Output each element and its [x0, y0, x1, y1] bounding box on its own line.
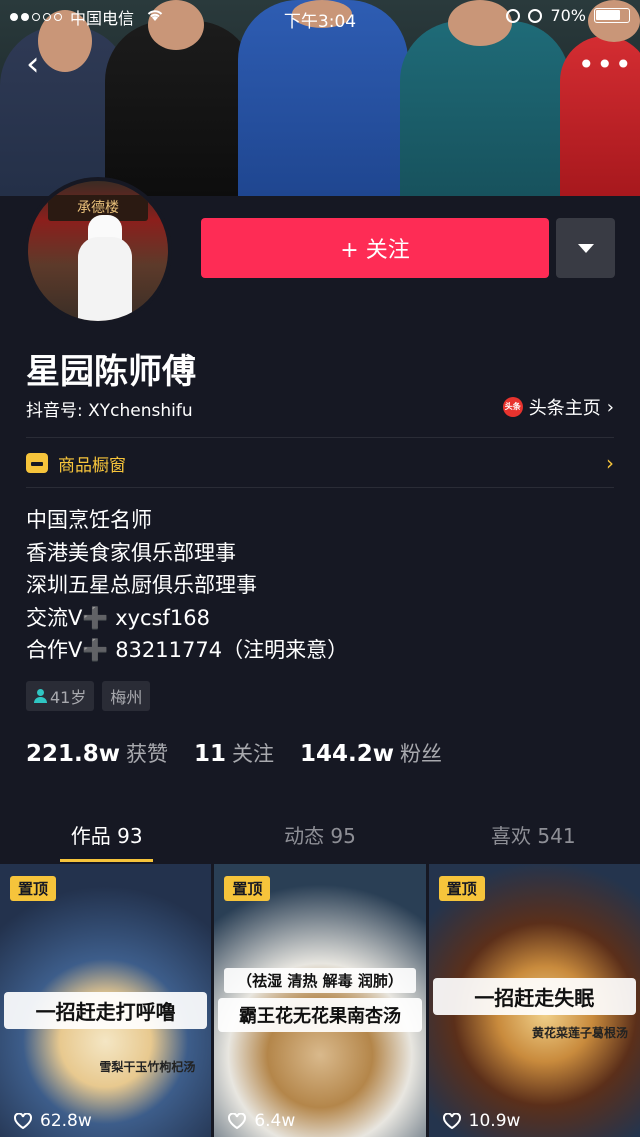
video-caption: 霸王花无花果南杏汤 — [218, 998, 422, 1032]
shop-icon — [26, 453, 48, 473]
pinned-badge: 置顶 — [438, 876, 485, 901]
pinned-badge: 置顶 — [224, 876, 271, 901]
tab-activity[interactable]: 动态 95 — [213, 812, 426, 862]
tab-likes[interactable]: 喜欢 541 — [427, 812, 640, 862]
video-thumbnail[interactable]: 置顶 一招赶走失眠 黄花菜莲子葛根汤 10.9w — [428, 864, 640, 1137]
shop-window-label: 商品橱窗 — [58, 455, 126, 476]
following-stat[interactable]: 11 关注 — [194, 738, 274, 768]
rotation-lock-icon — [506, 8, 521, 23]
video-caption-title: 一招赶走失眠 — [474, 986, 595, 1010]
stat-label: 获赞 — [126, 742, 168, 766]
battery-icon — [594, 8, 630, 23]
stat-number: 144.2w — [300, 741, 395, 767]
toutiao-logo-icon: 头条 — [502, 397, 523, 417]
follow-button[interactable]: + 关注 — [201, 218, 549, 278]
battery-percent: 70% — [550, 6, 586, 25]
stat-number: 11 — [194, 741, 227, 767]
likes-stat: 221.8w 获赞 — [26, 738, 168, 768]
avatar[interactable]: 承德楼 — [24, 177, 172, 325]
bio-line: 香港美食家俱乐部理事 — [26, 540, 236, 565]
back-arrow-icon[interactable]: ‹ — [26, 47, 56, 81]
like-count: 62.8w — [40, 1111, 92, 1131]
toutiao-link-label: 头条主页 — [528, 398, 601, 419]
video-thumbnail[interactable]: 置顶 （祛湿 清热 解毒 润肺） 霸王花无花果南杏汤 6.4w — [214, 864, 426, 1137]
heart-icon — [228, 1113, 247, 1129]
bio-line: 合作V➕ 83211774（注明来意） — [26, 638, 349, 662]
alarm-icon — [528, 8, 543, 23]
bio-line: 中国烹饪名师 — [26, 508, 152, 532]
toutiao-link[interactable]: 头条 头条主页 › — [502, 394, 614, 420]
stat-number: 221.8w — [26, 741, 120, 767]
douyin-id: 抖音号: XYchenshifu — [26, 401, 193, 421]
profile-page: 中国电信 下午3:04 70% ‹ ••• 承德楼 + 关注 星园陈师傅 抖音号… — [0, 0, 640, 1137]
bio-line: 深圳五星总厨俱乐部理事 — [26, 573, 257, 597]
tab-works[interactable]: 作品 93 — [0, 812, 213, 862]
video-caption-sub: 雪梨干玉竹枸杞汤 — [99, 1060, 196, 1074]
chevron-right-icon: › — [606, 396, 614, 418]
follow-label: + 关注 — [340, 238, 410, 263]
video-caption-title: 一招赶走打呼噜 — [35, 1000, 176, 1024]
signal-icon — [10, 13, 62, 21]
profile-tabs: 作品 93 动态 95 喜欢 541 — [0, 812, 640, 862]
bio-line: 交流V➕ xycsf168 — [26, 605, 211, 630]
stat-label: 粉丝 — [400, 742, 443, 766]
video-likes: 10.9w — [442, 1111, 521, 1131]
video-grid: 置顶 一招赶走打呼噜 雪梨干玉竹枸杞汤 62.8w 置顶 （祛湿 清热 解毒 润… — [0, 864, 640, 1137]
like-count: 6.4w — [254, 1111, 296, 1131]
followers-stat[interactable]: 144.2w 粉丝 — [300, 738, 442, 768]
profile-tags: 41岁 梅州 — [26, 681, 151, 711]
shop-window-row[interactable]: 商品橱窗 › — [26, 440, 614, 486]
video-likes: 62.8w — [14, 1111, 92, 1131]
carrier-name: 中国电信 — [70, 9, 135, 28]
chevron-right-icon: › — [606, 451, 614, 475]
divider — [26, 487, 614, 488]
city-tag: 梅州 — [102, 681, 151, 711]
city-tag-label: 梅州 — [110, 688, 143, 707]
chevron-down-icon — [577, 243, 594, 253]
age-tag-label: 41岁 — [50, 688, 87, 707]
bio: 中国烹饪名师 香港美食家俱乐部理事 深圳五星总厨俱乐部理事 交流V➕ xycsf… — [26, 504, 348, 667]
video-caption-title: 霸王花无花果南杏汤 — [238, 1006, 401, 1027]
video-caption-top: （祛湿 清热 解毒 润肺） — [224, 968, 416, 993]
pinned-badge: 置顶 — [10, 876, 57, 901]
video-thumbnail[interactable]: 置顶 一招赶走打呼噜 雪梨干玉竹枸杞汤 62.8w — [0, 864, 212, 1137]
video-caption-sub: 黄花菜莲子葛根汤 — [531, 1026, 628, 1040]
video-caption: 一招赶走失眠 — [432, 978, 636, 1015]
divider — [26, 437, 614, 438]
user-name: 星园陈师傅 — [26, 352, 196, 392]
more-icon[interactable]: ••• — [578, 48, 632, 81]
heart-icon — [14, 1113, 32, 1129]
wifi-icon — [146, 8, 164, 26]
status-bar: 中国电信 下午3:04 70% — [0, 0, 640, 34]
like-count: 10.9w — [468, 1111, 521, 1131]
video-caption: 一招赶走打呼噜 — [4, 992, 208, 1029]
person-icon — [34, 689, 47, 703]
recommend-dropdown-button[interactable] — [556, 218, 615, 278]
stat-label: 关注 — [232, 742, 275, 766]
heart-icon — [442, 1113, 461, 1129]
profile-stats: 221.8w 获赞 11 关注 144.2w 粉丝 — [26, 738, 442, 768]
video-likes: 6.4w — [228, 1111, 295, 1131]
age-tag: 41岁 — [26, 681, 95, 711]
